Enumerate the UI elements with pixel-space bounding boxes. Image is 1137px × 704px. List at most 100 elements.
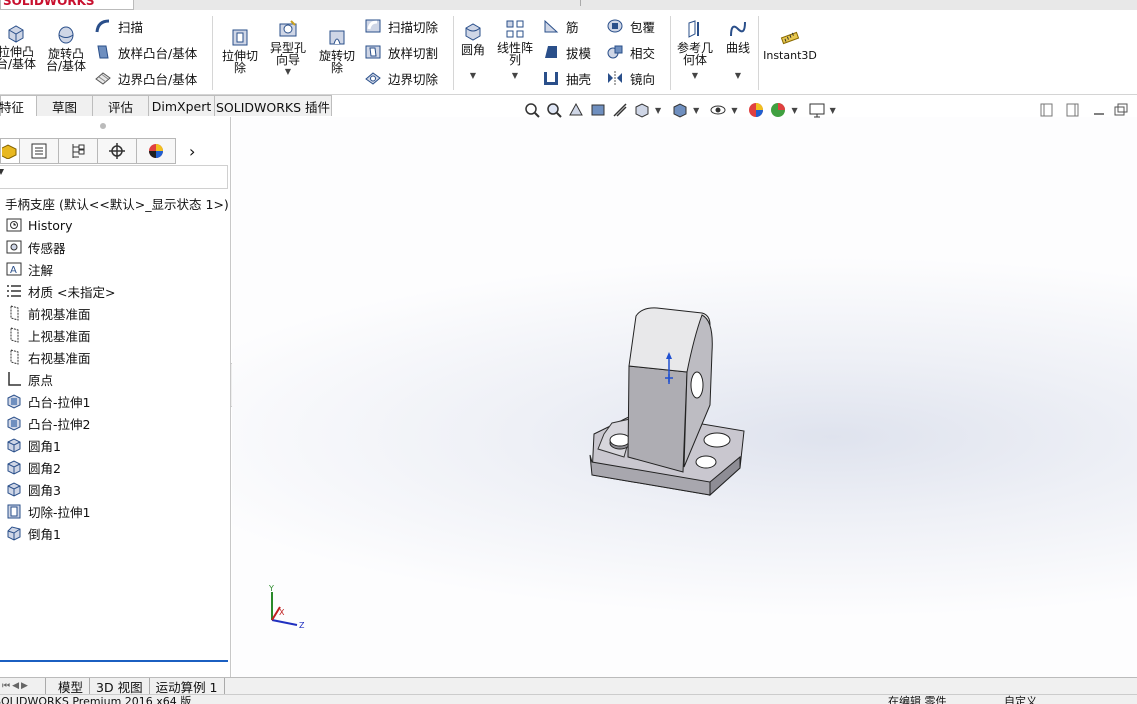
tree-item[interactable]: 前视基准面 (0, 302, 230, 324)
revolve-boss-button[interactable]: 旋转凸 台/基体 (42, 24, 90, 72)
part-model[interactable] (589, 307, 745, 497)
sweep-button[interactable]: 扫描 (94, 15, 143, 37)
zoom-to-area-icon[interactable] (545, 101, 563, 119)
fillet-icon (7, 482, 21, 497)
boundary-cut-button[interactable]: 边界切除 (364, 67, 438, 89)
instant3d-button[interactable]: Instant3D (762, 26, 818, 62)
reference-geometry-icon (688, 20, 699, 38)
restore-icon[interactable] (1112, 101, 1130, 119)
curves-dropdown-caret[interactable]: ▼ (735, 70, 741, 82)
display-style-caret[interactable]: ▼ (693, 106, 699, 115)
configuration-manager-tab[interactable] (58, 138, 98, 164)
ribbon-separator (453, 16, 454, 90)
feature-manager-pane: › 手柄支座 (默认<<默认>_显示状态 1>) History 传感器 A 注解 材质… (0, 117, 231, 677)
minimize-icon[interactable] (1090, 101, 1108, 119)
solidworks-logo[interactable]: SOLIDWORKS (0, 0, 134, 10)
shell-button[interactable]: 抽壳 (542, 67, 591, 89)
scroll-prev-icon[interactable]: ◀ (12, 681, 19, 691)
curves-button[interactable]: 曲线 ▼ (720, 18, 756, 82)
view-orientation-icon[interactable] (633, 101, 651, 119)
view-settings-icon[interactable] (808, 101, 826, 119)
tab-dimxpert[interactable]: DimXpert (148, 95, 215, 116)
wrap-button[interactable]: 包覆 (606, 15, 655, 37)
boundary-boss-button[interactable]: 边界凸台/基体 (94, 67, 197, 89)
graphics-area[interactable]: Y Z X (232, 117, 1137, 677)
tree-item[interactable]: 右视基准面 (0, 346, 230, 368)
apply-scene-caret[interactable]: ▼ (791, 106, 797, 115)
hole-wizard-dropdown-caret[interactable]: ▼ (285, 66, 291, 78)
tree-item-label: 凸台-拉伸1 (28, 394, 91, 410)
revolve-cut-icon (329, 30, 345, 45)
tab-motion-study[interactable]: 运动算例 1 (150, 677, 225, 695)
annotation-icon: A (6, 262, 22, 276)
reference-geometry-dropdown-caret[interactable]: ▼ (692, 70, 698, 82)
display-manager-tab[interactable] (136, 138, 176, 164)
scroll-first-icon[interactable]: ⏮ (2, 681, 10, 691)
rib-button[interactable]: 筋 (542, 15, 579, 37)
linear-pattern-button[interactable]: 线性阵 列 ▼ (494, 18, 536, 82)
view-orientation-caret[interactable]: ▼ (655, 106, 661, 115)
tree-item[interactable]: 原点 (0, 368, 230, 390)
scroll-next-icon[interactable]: ▶ (21, 681, 28, 691)
hole-wizard-button[interactable]: 异型孔 向导 ▼ (266, 18, 310, 78)
tree-item[interactable]: 凸台-拉伸2 (0, 412, 230, 434)
expand-right-icon[interactable] (1064, 101, 1082, 119)
chevron-right-icon[interactable]: › (189, 142, 195, 161)
tree-item[interactable]: 切除-拉伸1 (0, 500, 230, 522)
fillet-button[interactable]: 圆角 ▼ (457, 20, 489, 82)
extrude-cut-button[interactable]: 拉伸切 除 (218, 26, 262, 74)
tree-item[interactable]: 圆角1 (0, 434, 230, 456)
reference-geometry-button[interactable]: 参考几 何体 ▼ (673, 18, 717, 82)
mirror-button[interactable]: 镜向 (606, 67, 655, 89)
tree-item[interactable]: 圆角2 (0, 456, 230, 478)
display-style-icon[interactable] (671, 101, 689, 119)
sweep-cut-button[interactable]: 扫描切除 (364, 15, 438, 37)
hide-show-caret[interactable]: ▼ (731, 106, 737, 115)
tab-evaluate[interactable]: 评估 (92, 95, 149, 116)
rollback-bar[interactable] (0, 660, 228, 662)
model-view[interactable]: Y Z X (232, 117, 1137, 677)
pane-grip[interactable] (100, 123, 106, 129)
ribbon-separator (212, 16, 213, 90)
revolve-boss-icon (58, 26, 74, 44)
tab-3d-view[interactable]: 3D 视图 (90, 677, 150, 695)
loft-cut-button[interactable]: 放样切割 (364, 41, 438, 63)
dynamic-annotation-icon[interactable] (611, 101, 629, 119)
dimxpert-manager-tab[interactable] (97, 138, 137, 164)
tree-item[interactable]: 上视基准面 (0, 324, 230, 346)
tree-item[interactable]: 传感器 (0, 236, 230, 258)
fillet-dropdown-caret[interactable]: ▼ (470, 70, 476, 82)
tree-root-part[interactable]: 手柄支座 (默认<<默认>_显示状态 1>) (0, 192, 230, 214)
tree-item-label: 凸台-拉伸2 (28, 416, 91, 432)
tree-filter-box[interactable] (0, 165, 228, 189)
tree-item[interactable]: A 注解 (0, 258, 230, 280)
tab-features[interactable]: 特征 (0, 95, 37, 116)
tree-item[interactable]: 凸台-拉伸1 (0, 390, 230, 412)
tree-item[interactable]: 倒角1 (0, 522, 230, 544)
expand-left-icon[interactable] (1038, 101, 1056, 119)
tab-scroll-arrows[interactable]: ⏮ ◀ ▶ (0, 677, 46, 695)
tree-item[interactable]: 材质 <未指定> (0, 280, 230, 302)
edit-appearance-icon[interactable] (747, 101, 765, 119)
loft-boss-button[interactable]: 放样凸台/基体 (94, 41, 197, 63)
feature-manager-tab[interactable] (0, 138, 20, 164)
draft-button[interactable]: 拔模 (542, 41, 591, 63)
apply-scene-icon[interactable] (769, 101, 787, 119)
property-manager-tab[interactable] (19, 138, 59, 164)
tab-model[interactable]: 模型 (52, 677, 91, 695)
view-settings-caret[interactable]: ▼ (830, 106, 836, 115)
status-units-text[interactable]: 自定义 (1004, 695, 1037, 704)
intersect-button[interactable]: 相交 (606, 41, 655, 63)
section-view-icon[interactable] (589, 101, 607, 119)
tree-item[interactable]: 圆角3 (0, 478, 230, 500)
tab-solidworks-addins[interactable]: SOLIDWORKS 插件 (214, 95, 332, 116)
extrude-boss-button[interactable]: 拉伸凸 台/基体 (0, 22, 38, 70)
linear-pattern-dropdown-caret[interactable]: ▼ (512, 70, 518, 82)
previous-view-icon[interactable] (567, 101, 585, 119)
tree-item[interactable]: History (0, 214, 230, 236)
zoom-to-fit-icon[interactable] (523, 101, 541, 119)
tab-sketch[interactable]: 草图 (36, 95, 93, 116)
triad-y-label: Y (268, 584, 274, 593)
revolve-cut-button[interactable]: 旋转切 除 (315, 26, 359, 74)
hide-show-items-icon[interactable] (709, 101, 727, 119)
